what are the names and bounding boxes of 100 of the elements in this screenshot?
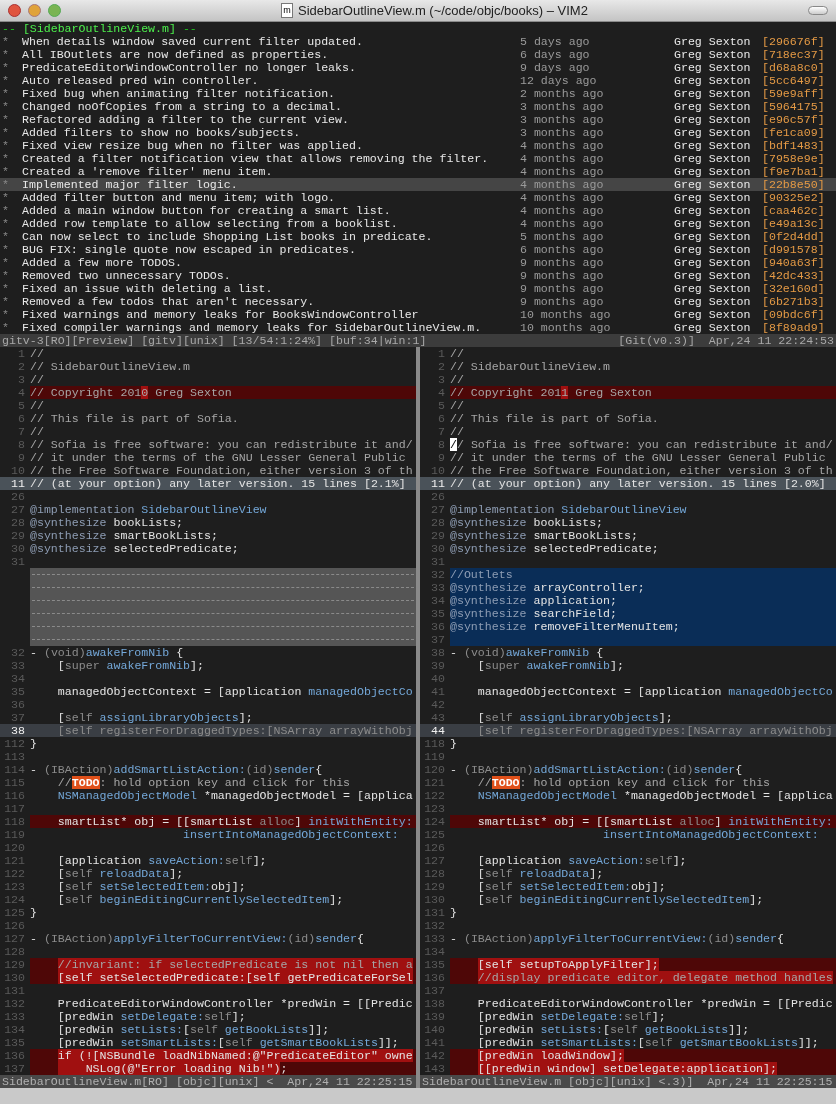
code-line: [self reloadData]; [56,867,185,880]
code-line: managedObjectContext = [application managedObjectCo [476,685,834,698]
line-number: 40 [430,672,446,685]
commit-age: 6 months ago [520,243,605,256]
line-number: 8 [437,438,446,451]
commit-author: Greg Sexton [674,243,752,256]
window-title: SidebarOutlineView.m (~/code/objc/books) – VIM2 [298,1,588,20]
code-line: - (IBAction)addSmartListAction:(id)sender{ [30,763,324,776]
commit-hash: [f9e7ba1] [762,165,826,178]
line-number: 137 [423,984,446,997]
log-row[interactable]: * Fixed an issue with deleting a list. 9 months ago Greg Sexton [32e160d] [0,282,836,295]
code-line: // SidebarOutlineView.m [450,360,612,373]
commit-author: Greg Sexton [674,217,752,230]
minimize-button[interactable] [28,4,41,17]
commit-author: Greg Sexton [674,269,752,282]
log-row[interactable]: * Fixed bug when animating filter notification. 2 months ago Greg Sexton [59e9aff] [0,87,836,100]
commit-hash: [0f2d4dd] [762,230,826,243]
commit-hash: [42dc433] [762,269,826,282]
line-number: 34 [430,594,446,607]
commit-message: Fixed view resize bug when no filter was applied. [22,139,364,152]
line-number: 133 [423,932,446,945]
commit-age: 5 months ago [520,230,605,243]
log-row[interactable]: * Added filter button and menu item; with logo. 4 months ago Greg Sexton [90325e2] [0,191,836,204]
commit-author: Greg Sexton [674,178,752,191]
commit-author: Greg Sexton [674,35,752,48]
line-number: 29 [430,529,446,542]
log-row[interactable]: * Fixed view resize bug when no filter was applied. 4 months ago Greg Sexton [bdf1483] [0,139,836,152]
log-row[interactable]: * Fixed warnings and memory leaks for BooksWindowController 10 months ago Greg Sexton [09bdc6f] [0,308,836,321]
log-row[interactable]: * Fixed compiler warnings and memory leaks for SidebarOutlineView.m. 10 months ago Greg Sexton [8f89ad9] [0,321,836,334]
document-icon: m [281,3,294,18]
line-number: 123 [423,802,446,815]
commit-message: Fixed bug when animating filter notification. [22,87,337,100]
commit-author: Greg Sexton [674,204,752,217]
log-row[interactable]: * When details window saved current filter updated. 5 days ago Greg Sexton [296676f] [0,35,836,48]
commit-hash: [5964175] [762,100,826,113]
bullet: * [1,139,10,152]
log-row[interactable]: * BUG FIX: single quote now escaped in predicates. 6 months ago Greg Sexton [d991578] [0,243,836,256]
line-number: 142 [423,1049,446,1062]
bullet: * [1,308,10,321]
code-line: // [30,347,45,360]
code-line: // (at your option) any later version. 15 lines [2.1%] [30,477,407,490]
commit-hash: [e49a13c] [762,217,826,230]
line-number: 116 [3,789,26,802]
code-line: [predWin setDelegate:self]; [56,1010,247,1023]
line-number: 119 [423,750,446,763]
line-number: 2 [17,360,26,373]
log-row[interactable]: * Auto released pred win controller. 12 days ago Greg Sexton [5cc6497] [0,74,836,87]
commit-hash: [d68a8c0] [762,61,826,74]
commit-message: Added a few more TODOS. [22,256,184,269]
commit-hash: [fe1ca09] [762,126,826,139]
code-line: // [30,399,45,412]
line-number: 36 [430,620,446,633]
code-line: [self beginEditingCurrentlySelectedItem]; [56,893,345,906]
commit-hash: [32e160d] [762,282,826,295]
commit-message: All IBOutlets are now defined as properties. [22,48,330,61]
commit-hash: [718ec37] [762,48,826,61]
line-number: 7 [17,425,26,438]
bullet: * [1,321,10,334]
log-row[interactable]: * Added a main window button for creating a smart list. 4 months ago Greg Sexton [caa462c] [0,204,836,217]
line-number: 126 [423,841,446,854]
log-row[interactable]: * All IBOutlets are now defined as properties. 6 days ago Greg Sexton [718ec37] [0,48,836,61]
code-line: [self reloadData]; [476,867,605,880]
toolbar-toggle-button[interactable] [808,6,828,15]
code-line: @synthesize smartBookLists; [30,529,219,542]
log-row[interactable]: * Changed noOfCopies from a string to a decimal. 3 months ago Greg Sexton [5964175] [0,100,836,113]
log-row[interactable]: * Added filters to show no books/subjects. 3 months ago Greg Sexton [fe1ca09] [0,126,836,139]
code-line: // [450,399,465,412]
close-button[interactable] [8,4,21,17]
bullet: * [1,230,10,243]
commit-age: 3 months ago [520,126,605,139]
code-line: // [450,373,465,386]
log-row[interactable]: * Implemented major filter logic. 4 months ago Greg Sexton [22b8e50] [0,178,836,191]
code-line: [application saveAction:self]; [56,854,268,867]
line-number: 6 [17,412,26,425]
log-row[interactable]: * Added a few more TODOS. 9 months ago Greg Sexton [940a63f] [0,256,836,269]
log-row[interactable]: * Refactored adding a filter to the current view. 3 months ago Greg Sexton [e96c57f] [0,113,836,126]
log-row[interactable]: * Created a filter notification view that allows removing the filter. 4 months ago Greg Sexton [7958e9e] [0,152,836,165]
log-row[interactable]: * PredicateEditorWindowController no longer leaks. 9 days ago Greg Sexton [d68a8c0] [0,61,836,74]
commit-age: 3 months ago [520,113,605,126]
line-number: 118 [423,737,446,750]
code-line: [predWin setLists:[self getBookLists]]; [476,1023,751,1036]
line-number: 28 [10,516,26,529]
commit-message: BUG FIX: single quote now escaped in predicates. [22,243,357,256]
log-row[interactable]: * Created a 'remove filter' menu item. 4 months ago Greg Sexton [f9e7ba1] [0,165,836,178]
zoom-button[interactable] [48,4,61,17]
log-row[interactable]: * Removed two unnecessary TODOs. 9 months ago Greg Sexton [42dc433] [0,269,836,282]
line-number: 112 [3,737,26,750]
line-number: 127 [423,854,446,867]
bullet: * [1,152,10,165]
log-row[interactable]: * Can now select to include Shopping List books in predicate. 5 months ago Greg Sexton [0f2d4dd] [0,230,836,243]
commit-author: Greg Sexton [674,165,752,178]
log-row[interactable]: * Added row template to allow selecting from a booklist. 4 months ago Greg Sexton [e49a13c] [0,217,836,230]
line-number: 11 [430,477,446,490]
line-number: 2 [437,360,446,373]
line-number: 139 [423,1010,446,1023]
commit-message: Removed two unnecessary TODOs. [22,269,232,282]
line-number: 11 [10,477,26,490]
commit-age: 4 months ago [520,191,605,204]
code-line: NSManagedObjectModel *managedObjectModel = [applica [56,789,414,802]
log-row[interactable]: * Removed a few todos that aren't necessary. 9 months ago Greg Sexton [6b271b3] [0,295,836,308]
